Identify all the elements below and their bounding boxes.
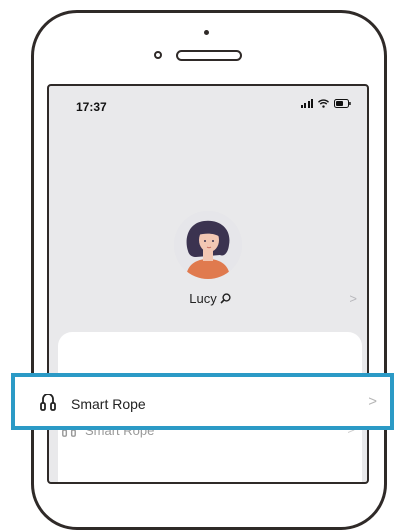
front-sensor bbox=[154, 51, 162, 59]
earpiece-speaker bbox=[176, 50, 242, 61]
profile-chevron-icon[interactable]: > bbox=[349, 291, 357, 306]
avatar[interactable] bbox=[174, 211, 242, 279]
battery-icon bbox=[334, 99, 351, 108]
status-icons bbox=[300, 99, 352, 108]
jump-rope-icon bbox=[40, 394, 56, 411]
profile-name-label: Lucy bbox=[189, 291, 217, 306]
chevron-right-icon: > bbox=[368, 393, 377, 410]
profile-name[interactable]: Lucy bbox=[49, 291, 367, 306]
cellular-signal-icon bbox=[300, 99, 313, 108]
list-item-label: Smart Rope bbox=[71, 396, 146, 412]
search-icon bbox=[220, 293, 231, 304]
camera-dot bbox=[204, 30, 209, 35]
status-time: 17:37 bbox=[76, 100, 107, 114]
wifi-icon bbox=[318, 99, 329, 108]
avatar-illustration bbox=[174, 211, 242, 279]
list-item-smart-rope[interactable]: Smart Rope > bbox=[11, 373, 394, 430]
